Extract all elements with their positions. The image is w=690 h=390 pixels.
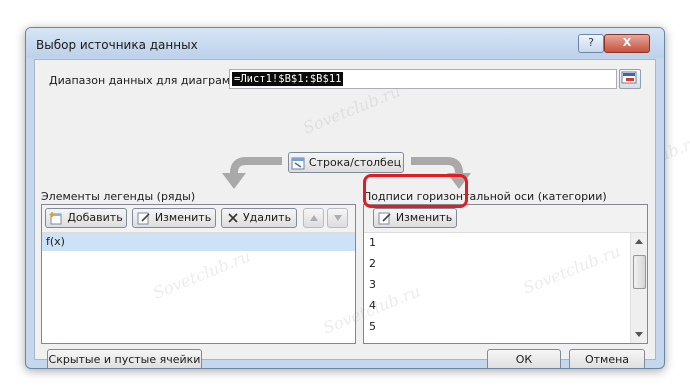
move-up-button[interactable] [303,208,324,228]
help-icon: ? [588,36,594,49]
scroll-down-icon[interactable] [635,332,643,337]
delete-series-label: Удалить [242,211,292,224]
ok-label: ОК [515,353,533,366]
add-series-label: Добавить [67,211,123,224]
collapse-range-icon [621,71,637,84]
highlight-annotation [363,174,468,208]
dialog-title: Выбор источника данных [36,38,198,52]
category-item[interactable]: 3 [369,277,376,293]
category-item[interactable]: 5 [369,319,376,335]
edit-axis-labels-label: Изменить [395,211,453,224]
range-value: =Лист1!$B$1:$B$11 [232,72,344,86]
category-item[interactable]: 4 [369,298,376,314]
legend-entries-panel: Добавить Изменить Удалить f(x) [41,204,356,344]
help-button[interactable]: ? [578,34,604,53]
category-scrollbar[interactable] [630,233,647,343]
series-item[interactable]: f(x) [42,233,355,251]
curved-arrow-left-icon [222,157,282,189]
add-icon [49,212,62,225]
move-down-button[interactable] [327,208,348,228]
range-input[interactable]: =Лист1!$B$1:$B$11 [229,69,617,89]
series-list: f(x) [42,233,355,343]
cancel-label: Отмена [584,353,630,366]
range-label: Диапазон данных для диаграммы: [49,74,251,87]
category-list: 1 2 3 4 5 [364,233,647,343]
switch-row-column-label: Строка/столбец [308,156,402,169]
category-item[interactable]: 1 [369,235,376,251]
dialog-body: Диапазон данных для диаграммы: =Лист1!$B… [34,59,656,368]
edit-series-label: Изменить [154,211,212,224]
edit-icon [378,212,391,225]
legend-toolbar: Добавить Изменить Удалить [42,205,355,233]
scroll-up-icon[interactable] [635,239,643,244]
switch-row-column-icon [291,157,305,169]
hidden-empty-cells-button[interactable]: Скрытые и пустые ячейки [47,349,202,368]
edit-icon [137,212,150,225]
category-item[interactable]: 2 [369,256,376,272]
ok-button[interactable]: ОК [487,349,561,368]
move-down-icon [333,215,342,221]
select-data-source-dialog: Выбор источника данных ? X Диапазон данн… [25,27,665,369]
edit-series-button[interactable]: Изменить [132,208,216,228]
scroll-thumb[interactable] [633,255,646,289]
cancel-button[interactable]: Отмена [569,349,645,368]
delete-icon [228,213,238,223]
close-button[interactable]: X [604,34,650,53]
hidden-empty-cells-label: Скрытые и пустые ячейки [48,353,201,366]
axis-labels-panel: Изменить 1 2 3 4 5 [363,204,648,344]
add-series-button[interactable]: Добавить [45,208,127,228]
switch-row-column-button[interactable]: Строка/столбец [288,152,404,173]
axis-toolbar: Изменить [364,205,647,233]
close-icon: X [622,36,632,49]
edit-axis-labels-button[interactable]: Изменить [373,208,457,228]
collapse-dialog-button[interactable] [619,69,641,89]
move-up-icon [309,215,318,221]
title-bar: Выбор источника данных ? X [26,28,664,58]
legend-entries-label: Элементы легенды (ряды) [41,190,196,203]
delete-series-button[interactable]: Удалить [221,208,297,228]
